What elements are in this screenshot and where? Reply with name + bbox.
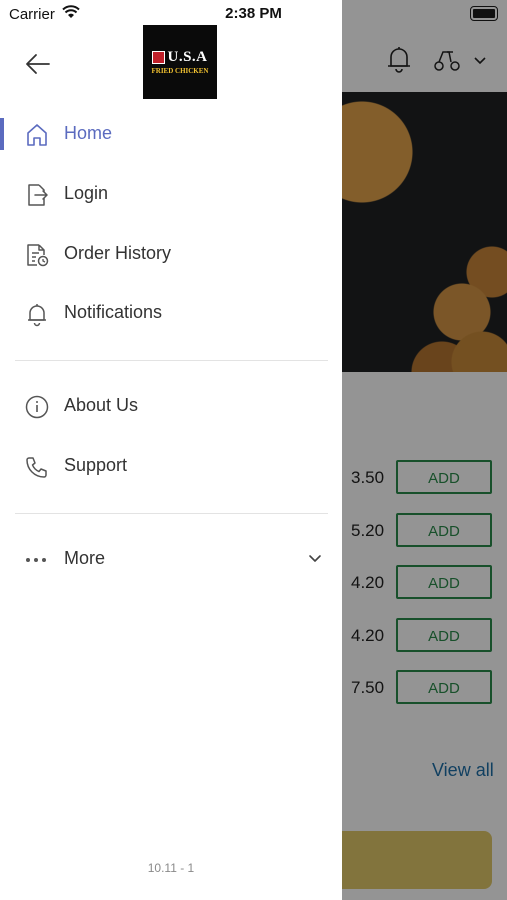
- menu-label: Support: [64, 455, 128, 475]
- menu-item-login[interactable]: Login: [0, 167, 342, 223]
- logo-main-text: U.S.A: [152, 49, 207, 66]
- app-version: 10.11 - 1: [147, 861, 195, 875]
- menu-item-home[interactable]: Home: [0, 107, 342, 163]
- menu-label: Notifications: [64, 302, 163, 322]
- home-icon: [27, 124, 47, 146]
- menu-label: More: [64, 548, 106, 568]
- divider: [15, 513, 328, 514]
- clock: 2:38 PM: [225, 5, 282, 22]
- menu-label: Order History: [64, 243, 172, 263]
- menu-label: Login: [64, 183, 109, 203]
- menu-item-more[interactable]: More: [0, 532, 342, 588]
- logo-subtitle: FRIED CHICKEN: [151, 67, 209, 75]
- back-arrow-icon[interactable]: [24, 50, 52, 78]
- menu-item-order-history[interactable]: Order History: [0, 227, 342, 283]
- login-icon: [28, 184, 48, 206]
- chevron-down-icon: [309, 555, 321, 562]
- menu-item-about-us[interactable]: About Us: [0, 379, 342, 435]
- menu-item-support[interactable]: Support: [0, 439, 342, 495]
- menu-label: About Us: [64, 395, 139, 415]
- battery-icon: [470, 6, 498, 21]
- menu-item-notifications[interactable]: Notifications: [0, 286, 342, 342]
- logo-title: U.S.A: [167, 49, 208, 65]
- brand-logo: U.S.A FRIED CHICKEN: [143, 25, 217, 99]
- info-icon: [25, 395, 49, 419]
- phone-icon: [26, 457, 47, 478]
- more-dots-icon: [26, 558, 46, 562]
- menu-label: Home: [64, 123, 113, 143]
- divider: [15, 360, 328, 361]
- status-bar: Carrier 2:38 PM: [0, 0, 507, 28]
- bell-icon: [28, 304, 46, 327]
- navigation-drawer: U.S.A FRIED CHICKEN Home Login Order His…: [0, 0, 342, 900]
- order-history-icon: [27, 244, 49, 267]
- flag-icon: [152, 51, 166, 64]
